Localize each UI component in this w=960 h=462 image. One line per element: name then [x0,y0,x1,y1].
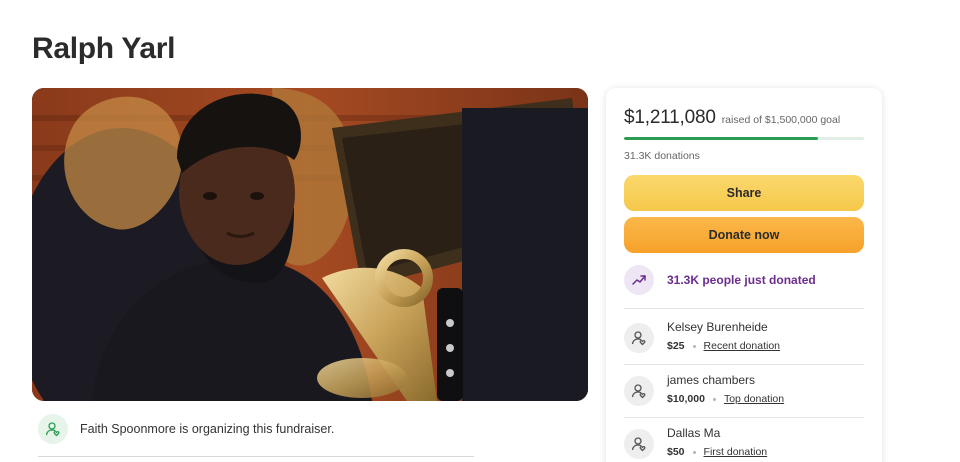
share-button[interactable]: Share [624,175,864,211]
separator-dot [692,450,696,454]
donor-separator [624,308,864,309]
section-divider [38,456,474,457]
donor-amount: $50 [667,446,685,458]
donor-name: Kelsey Burenheide [667,320,768,334]
donor-meta: $50 First donation [667,446,767,458]
donor-item: Dallas Ma $50 First donation [624,426,767,459]
goal-text: raised of $1,500,000 goal [721,114,841,126]
donor-info: james chambers $10,000 Top donation [667,373,784,405]
donor-item: Kelsey Burenheide $25 Recent donation [624,320,780,353]
donor-name: james chambers [667,373,756,387]
donor-name: Dallas Ma [667,426,721,440]
campaign-photo[interactable] [32,88,588,401]
donor-separator [624,364,864,365]
donor-tag-link[interactable]: First donation [704,446,768,458]
organizer-row: Faith Spoonmore is organizing this fundr… [38,414,334,444]
page-title: Ralph Yarl [32,32,176,65]
raised-summary: $1,211,080 raised of $1,500,000 goal [624,107,840,129]
separator-dot [712,397,716,401]
campaign-photo-illustration [32,88,588,401]
donate-now-button[interactable]: Donate now [624,217,864,253]
organizer-text: Faith Spoonmore is organizing this fundr… [80,422,335,436]
progress-fill [624,137,818,140]
donor-heart-icon [624,376,654,406]
separator-dot [692,344,696,348]
donor-amount: $25 [667,340,685,352]
trend-text: 31.3K people just donated [667,273,816,287]
donation-count: 31.3K donations [624,150,700,162]
donor-tag-link[interactable]: Recent donation [704,340,780,352]
donor-info: Dallas Ma $50 First donation [667,426,767,458]
trending-up-icon [624,265,654,295]
donor-meta: $10,000 Top donation [667,393,784,405]
donor-item: james chambers $10,000 Top donation [624,373,784,406]
donor-meta: $25 Recent donation [667,340,780,352]
raised-amount: $1,211,080 [624,107,716,128]
person-heart-icon [38,414,68,444]
donor-heart-icon [624,429,654,459]
donor-heart-icon [624,323,654,353]
donor-info: Kelsey Burenheide $25 Recent donation [667,320,780,352]
donor-separator [624,417,864,418]
recent-donations-trend[interactable]: 31.3K people just donated [624,265,816,295]
progress-bar [624,137,864,140]
donation-card: $1,211,080 raised of $1,500,000 goal 31.… [606,88,882,462]
donor-tag-link[interactable]: Top donation [724,393,784,405]
donor-amount: $10,000 [667,393,705,405]
